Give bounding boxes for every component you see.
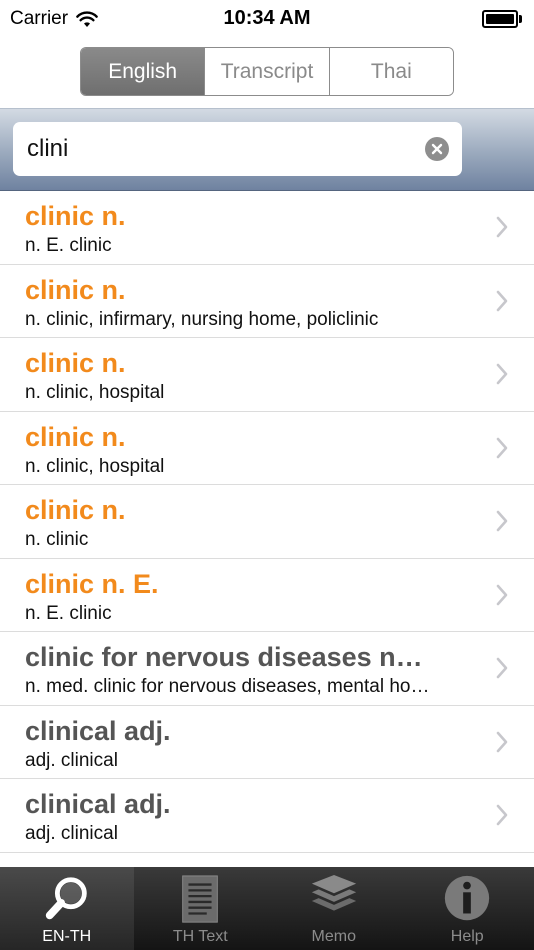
tab-label: EN-TH [42,928,92,945]
battery-icon [482,10,522,28]
segment-thai[interactable]: Thai [328,48,453,95]
chevron-right-icon [496,731,508,752]
result-row[interactable]: clinic n. n. clinic [0,485,534,559]
chevron-right-icon [496,363,508,385]
tab-label: Memo [311,928,356,945]
results-list: clinic n. n. E. clinic clinic n. n. clinic,… [0,191,534,867]
result-title: clinic n. [25,348,126,378]
tab-help[interactable]: Help [401,867,534,950]
result-title: clinic n. [25,274,126,305]
result-row[interactable]: clinic n. n. clinic, hospital [0,338,534,412]
close-icon [431,143,443,155]
result-subtitle: n. clinic [25,529,89,550]
clear-search-button[interactable] [425,137,449,161]
segment-english[interactable]: English [81,48,205,95]
result-title: clinic for nervous diseases n… [25,642,423,672]
result-row[interactable]: clinic n. E. n. E. clinic [0,559,534,632]
result-title: clinic n. [25,201,126,231]
info-icon [441,874,493,926]
result-row[interactable]: clinic n. n. clinic, infirmary, nursing h… [0,265,534,338]
result-title: clinical adj. [25,789,171,819]
chevron-right-icon [496,437,508,458]
chevron-right-icon [496,657,508,679]
result-subtitle: n. clinic, hospital [25,455,165,477]
chevron-right-icon [496,510,508,532]
result-title: clinic n. E. [25,568,159,599]
magnifier-icon [41,874,93,926]
tab-en-th[interactable]: EN-TH [0,867,134,950]
result-title: clinic n. [25,421,126,452]
tab-label: TH Text [172,928,228,945]
result-title: clinical adj. [25,715,171,746]
chevron-right-icon [496,584,508,605]
result-row[interactable]: clinic for nervous diseases n… n. med. cl… [0,632,534,706]
layers-icon [308,874,360,926]
chevron-right-icon [496,290,508,311]
result-subtitle: n. clinic, hospital [25,382,165,403]
result-row[interactable]: clinical adj. adj. clinical [0,706,534,779]
result-subtitle: n. E. clinic [25,602,112,624]
result-subtitle: n. clinic, infirmary, nursing home, poli… [25,308,379,330]
language-selector-bar: English Transcript Thai [0,38,534,108]
result-subtitle: adj. clinical [25,749,118,771]
status-bar: Carrier 10:34 AM [0,0,534,38]
result-subtitle: adj. clinical [25,823,118,844]
chevron-right-icon [496,804,508,826]
tab-th-text[interactable]: TH Text [134,867,268,950]
search-input-value: clini [27,135,69,162]
language-segmented-control: English Transcript Thai [80,47,454,96]
chevron-right-icon [496,216,508,238]
search-input[interactable]: clini [13,122,462,176]
search-bar: clini [0,108,534,191]
tab-label: Help [450,928,484,945]
tab-memo[interactable]: Memo [267,867,401,950]
result-title: clinic n. [25,495,126,525]
result-row[interactable]: clinic n. n. E. clinic [0,191,534,265]
result-subtitle: n. med. clinic for nervous diseases, men… [25,676,430,697]
result-row[interactable]: clinical adj. adj. clinical [0,779,534,853]
result-row[interactable]: clinic n. n. clinic, hospital [0,412,534,485]
tab-bar: EN-TH TH Text Memo Help [0,867,534,950]
result-subtitle: n. E. clinic [25,235,112,256]
segment-transcript[interactable]: Transcript [204,48,329,95]
document-icon [174,874,226,926]
status-time: 10:34 AM [223,7,311,29]
